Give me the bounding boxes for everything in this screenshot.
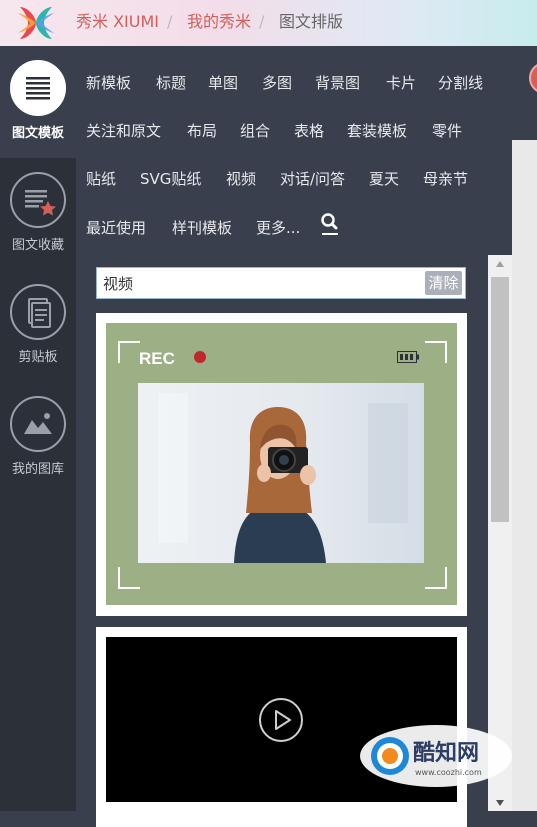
category-dialogue-qa[interactable]: 对话/问答 (280, 168, 345, 189)
category-single-image[interactable]: 单图 (208, 72, 238, 93)
nav-item-templates[interactable]: 图文模板 (0, 60, 76, 141)
recording-dot-icon (194, 351, 206, 363)
category-video[interactable]: 视频 (226, 168, 256, 189)
watermark-url: www.coozhi.com (415, 768, 482, 777)
nav-item-clipboard[interactable]: 剪贴板 (0, 284, 76, 365)
editor-panel-edge (512, 140, 537, 811)
category-parts[interactable]: 零件 (432, 120, 462, 141)
watermark-brand: 酷知网 (413, 740, 479, 766)
play-icon (259, 698, 303, 742)
category-template-set[interactable]: 套装模板 (347, 120, 407, 141)
category-follow-and-source[interactable]: 关注和原文 (86, 120, 161, 141)
breadcrumb-home-link[interactable]: 秀米 XIUMI (76, 12, 159, 32)
left-sidebar: 图文模板 图文收藏 剪贴板 我的图库 (0, 46, 76, 811)
category-background-image[interactable]: 背景图 (315, 72, 360, 93)
image-library-icon (10, 396, 66, 452)
category-svg-stickers[interactable]: SVG贴纸 (140, 168, 201, 189)
category-recently-used[interactable]: 最近使用 (86, 217, 146, 238)
photographer-photo (138, 383, 424, 563)
coozhi-watermark-logo: 酷知网 www.coozhi.com (360, 725, 512, 787)
scroll-up-arrow-icon[interactable] (495, 260, 505, 268)
xiumi-logo-icon[interactable] (14, 3, 58, 43)
nav-label: 剪贴板 (18, 350, 58, 365)
category-divider[interactable]: 分割线 (438, 72, 483, 93)
scrollbar-thumb[interactable] (491, 277, 509, 522)
category-table[interactable]: 表格 (294, 120, 324, 141)
scroll-down-arrow-icon[interactable] (495, 799, 505, 807)
rec-label: REC (139, 349, 175, 368)
favorites-icon (10, 172, 66, 228)
category-more[interactable]: 更多... (256, 217, 300, 238)
battery-icon (397, 351, 419, 363)
breadcrumb-separator: / (259, 12, 265, 31)
rec-template-preview: REC (106, 323, 457, 605)
category-new-template[interactable]: 新模板 (86, 72, 131, 93)
frame-corner (425, 341, 447, 363)
category-magazine-template[interactable]: 样刊模板 (172, 217, 232, 238)
frame-corner (118, 341, 140, 363)
clear-button[interactable]: 清除 (425, 271, 462, 295)
category-title[interactable]: 标题 (156, 72, 186, 93)
template-search-box: 清除 (96, 267, 466, 299)
template-card-rec[interactable]: REC (96, 313, 467, 616)
nav-label: 图文收藏 (11, 238, 64, 253)
category-stickers[interactable]: 贴纸 (86, 168, 116, 189)
template-list-icon (10, 60, 66, 116)
nav-item-image-library[interactable]: 我的图库 (0, 396, 76, 477)
nav-item-favorites[interactable]: 图文收藏 (0, 172, 76, 253)
nav-label: 图文模板 (11, 126, 64, 141)
search-input[interactable] (103, 273, 403, 293)
category-multi-image[interactable]: 多图 (262, 72, 292, 93)
breadcrumb-current: 图文排版 (279, 12, 344, 31)
category-summer[interactable]: 夏天 (369, 168, 399, 189)
breadcrumb-my-xiumi-link[interactable]: 我的秀米 (187, 12, 251, 32)
category-mothers-day[interactable]: 母亲节 (423, 168, 468, 189)
category-combination[interactable]: 组合 (240, 120, 270, 141)
frame-corner (118, 567, 140, 589)
breadcrumb-separator: / (167, 12, 173, 31)
category-card[interactable]: 卡片 (386, 72, 416, 93)
frame-corner (425, 567, 447, 589)
top-bar: 秀米 XIUMI / 我的秀米 / 图文排版 (0, 0, 537, 46)
nav-label: 我的图库 (11, 462, 64, 477)
clipboard-icon (10, 284, 66, 340)
editor-toolbar-edge (512, 46, 537, 140)
category-layout[interactable]: 布局 (187, 120, 217, 141)
user-avatar[interactable] (529, 62, 537, 94)
search-icon[interactable] (320, 212, 340, 236)
